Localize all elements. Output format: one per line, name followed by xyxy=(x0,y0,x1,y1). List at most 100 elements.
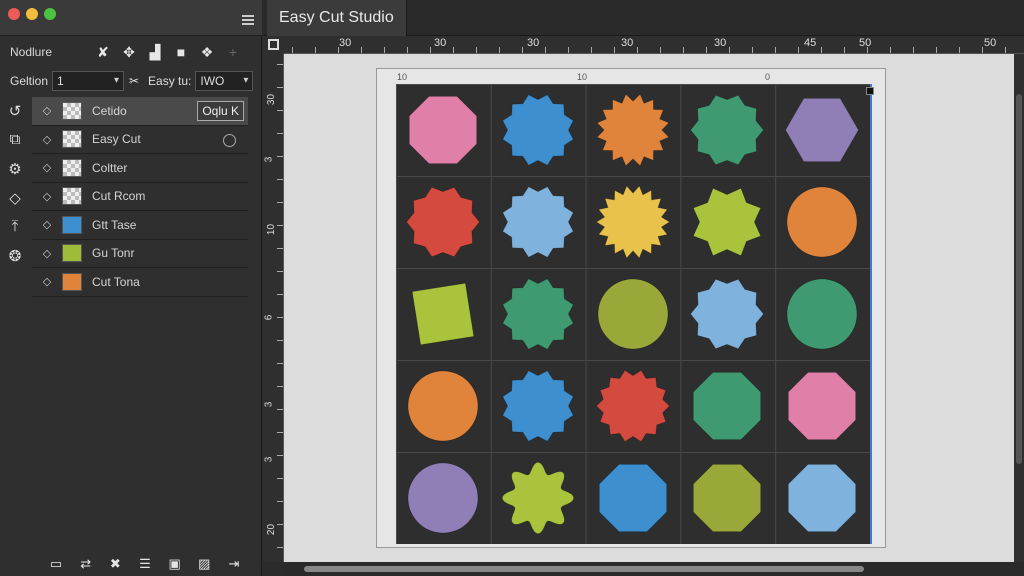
layer-row[interactable]: ◇ Gtt Tase xyxy=(32,211,248,240)
field2-select[interactable]: IWO ▾ xyxy=(195,71,254,91)
layer-name: Easy Cut xyxy=(92,132,141,147)
hamburger-menu-icon[interactable] xyxy=(242,15,254,25)
ruler-left-label: 30 xyxy=(266,93,278,106)
mute-icon[interactable]: ✖ xyxy=(104,553,126,575)
layers-icon[interactable]: ⧉ xyxy=(0,125,30,154)
align-icon[interactable]: ▟ xyxy=(142,41,168,63)
visibility-icon[interactable]: ◇ xyxy=(32,190,62,203)
move-icon[interactable]: ✥ xyxy=(116,41,142,63)
lightblue-star12-shape[interactable] xyxy=(500,184,576,260)
layer-row[interactable]: ◇ Easy Cut xyxy=(32,126,248,154)
frame-icon[interactable]: ▣ xyxy=(164,553,186,575)
export-icon[interactable]: ⇥ xyxy=(223,553,245,575)
ruler-left-label: 3 xyxy=(263,156,275,163)
tab-document[interactable]: Easy Cut Studio xyxy=(267,0,407,36)
horizontal-scroll-thumb[interactable] xyxy=(304,566,864,572)
visibility-icon[interactable]: ◇ xyxy=(32,218,62,231)
node-edit-icon[interactable]: ❖ xyxy=(194,41,220,63)
ruler-tick xyxy=(568,47,569,53)
olive-octagon-shape[interactable] xyxy=(689,460,765,536)
gear-icon[interactable]: ⚙ xyxy=(0,154,30,183)
ruler-tick xyxy=(315,47,316,53)
teal-star10-shape[interactable] xyxy=(689,92,765,168)
layer-row[interactable]: ◇ Gu Tonr xyxy=(32,240,248,268)
ruler-top-label: 30 xyxy=(339,37,352,49)
minimize-window-button[interactable] xyxy=(26,8,38,20)
lasso-icon[interactable]: ↺ xyxy=(0,96,30,125)
pointer-icon[interactable]: ✘ xyxy=(90,41,116,63)
panel-icon[interactable]: ▨ xyxy=(193,553,215,575)
tool-name-label: Nodlure xyxy=(10,45,53,59)
teal-octagon-shape[interactable] xyxy=(689,368,765,444)
teal-circle-shape[interactable] xyxy=(784,276,860,352)
purple-hexagon-shape[interactable] xyxy=(784,92,860,168)
shape-icon[interactable]: ◇ xyxy=(0,183,30,212)
layer-row[interactable]: ◇ Cut Rcom xyxy=(32,183,248,211)
layer-name: Gtt Tase xyxy=(92,217,137,232)
shape-fill xyxy=(693,187,762,257)
ruler-tick xyxy=(522,47,523,53)
ruler-tick xyxy=(982,47,983,53)
visibility-icon[interactable]: ◇ xyxy=(32,247,62,260)
shape-fill xyxy=(411,282,475,346)
ruler-tick xyxy=(844,47,845,53)
blue-star12-shape[interactable] xyxy=(500,92,576,168)
new-layer-icon[interactable]: ▭ xyxy=(45,553,67,575)
settings-icon[interactable]: ❂ xyxy=(0,241,30,270)
layers-list: ◇ Cetido Oqlu K ◇ Easy Cut ◇ Coltter ◇ Cut Rcom ◇… xyxy=(32,97,248,297)
layer-status-circle-icon[interactable] xyxy=(223,133,236,147)
field1-select[interactable]: 1 ▾ xyxy=(52,71,125,91)
red-star10-shape[interactable] xyxy=(405,184,481,260)
ruler-left-label: 3 xyxy=(263,456,275,463)
yellow-star18-shape[interactable] xyxy=(595,184,671,260)
shape-fill xyxy=(690,278,765,350)
layer-row[interactable]: ◇ Cut Tona xyxy=(32,268,248,297)
close-window-button[interactable] xyxy=(8,8,20,20)
list-icon[interactable]: ☰ xyxy=(134,553,156,575)
resize-handle[interactable] xyxy=(866,87,874,95)
visibility-icon[interactable]: ◇ xyxy=(32,161,62,174)
red-star14-shape[interactable] xyxy=(595,368,671,444)
pink-octagon-shape[interactable] xyxy=(784,368,860,444)
olive-circle-shape[interactable] xyxy=(595,276,671,352)
layer-name-field[interactable]: Oqlu K xyxy=(197,101,244,121)
horizontal-scrollbar[interactable] xyxy=(284,562,1024,576)
ruler-tick xyxy=(277,87,283,88)
ruler-tick xyxy=(867,47,868,53)
scissors-icon[interactable]: ✂ xyxy=(124,70,144,92)
visibility-icon[interactable]: ◇ xyxy=(32,133,62,146)
visibility-icon[interactable]: ◇ xyxy=(32,275,62,288)
ruler-tick xyxy=(277,317,283,318)
orange-circle-shape[interactable] xyxy=(405,368,481,444)
visibility-icon[interactable]: ◇ xyxy=(32,104,62,117)
blade-icon[interactable]: ⤒ xyxy=(0,212,30,241)
layer-row[interactable]: ◇ Cetido Oqlu K xyxy=(32,97,248,126)
lime-square-shape[interactable] xyxy=(405,276,481,352)
vertical-scrollbar[interactable] xyxy=(1014,54,1024,562)
duplicate-icon[interactable]: ⇄ xyxy=(75,553,97,575)
add-icon[interactable]: + xyxy=(220,41,246,63)
ruler-tick xyxy=(277,133,283,134)
layer-name: Coltter xyxy=(92,160,128,175)
maximize-window-button[interactable] xyxy=(44,8,56,20)
lime-flower-shape[interactable] xyxy=(500,460,576,536)
page-number-label: 10 xyxy=(577,72,588,82)
purple-circle-shape[interactable] xyxy=(405,460,481,536)
lime-star8-shape[interactable] xyxy=(689,184,765,260)
lightblue-star10-shape[interactable] xyxy=(689,276,765,352)
layer-thumbnail xyxy=(62,272,82,291)
vertical-scroll-thumb[interactable] xyxy=(1016,94,1022,464)
teal-star12-shape[interactable] xyxy=(500,276,576,352)
pink-octagon-shape[interactable] xyxy=(405,92,481,168)
ruler-tick xyxy=(407,47,408,53)
rectangle-icon[interactable]: ■ xyxy=(168,41,194,63)
canvas-area[interactable]: 10 10 0 xyxy=(284,54,1014,562)
ruler-corner[interactable] xyxy=(263,36,284,54)
orange-circle-shape[interactable] xyxy=(784,184,860,260)
blue-star12-shape[interactable] xyxy=(500,368,576,444)
blue-octagon-shape[interactable] xyxy=(595,460,671,536)
layer-row[interactable]: ◇ Coltter xyxy=(32,154,248,183)
lightblue-octagon-shape[interactable] xyxy=(784,460,860,536)
shape-grid[interactable] xyxy=(396,84,870,544)
orange-star16-shape[interactable] xyxy=(595,92,671,168)
